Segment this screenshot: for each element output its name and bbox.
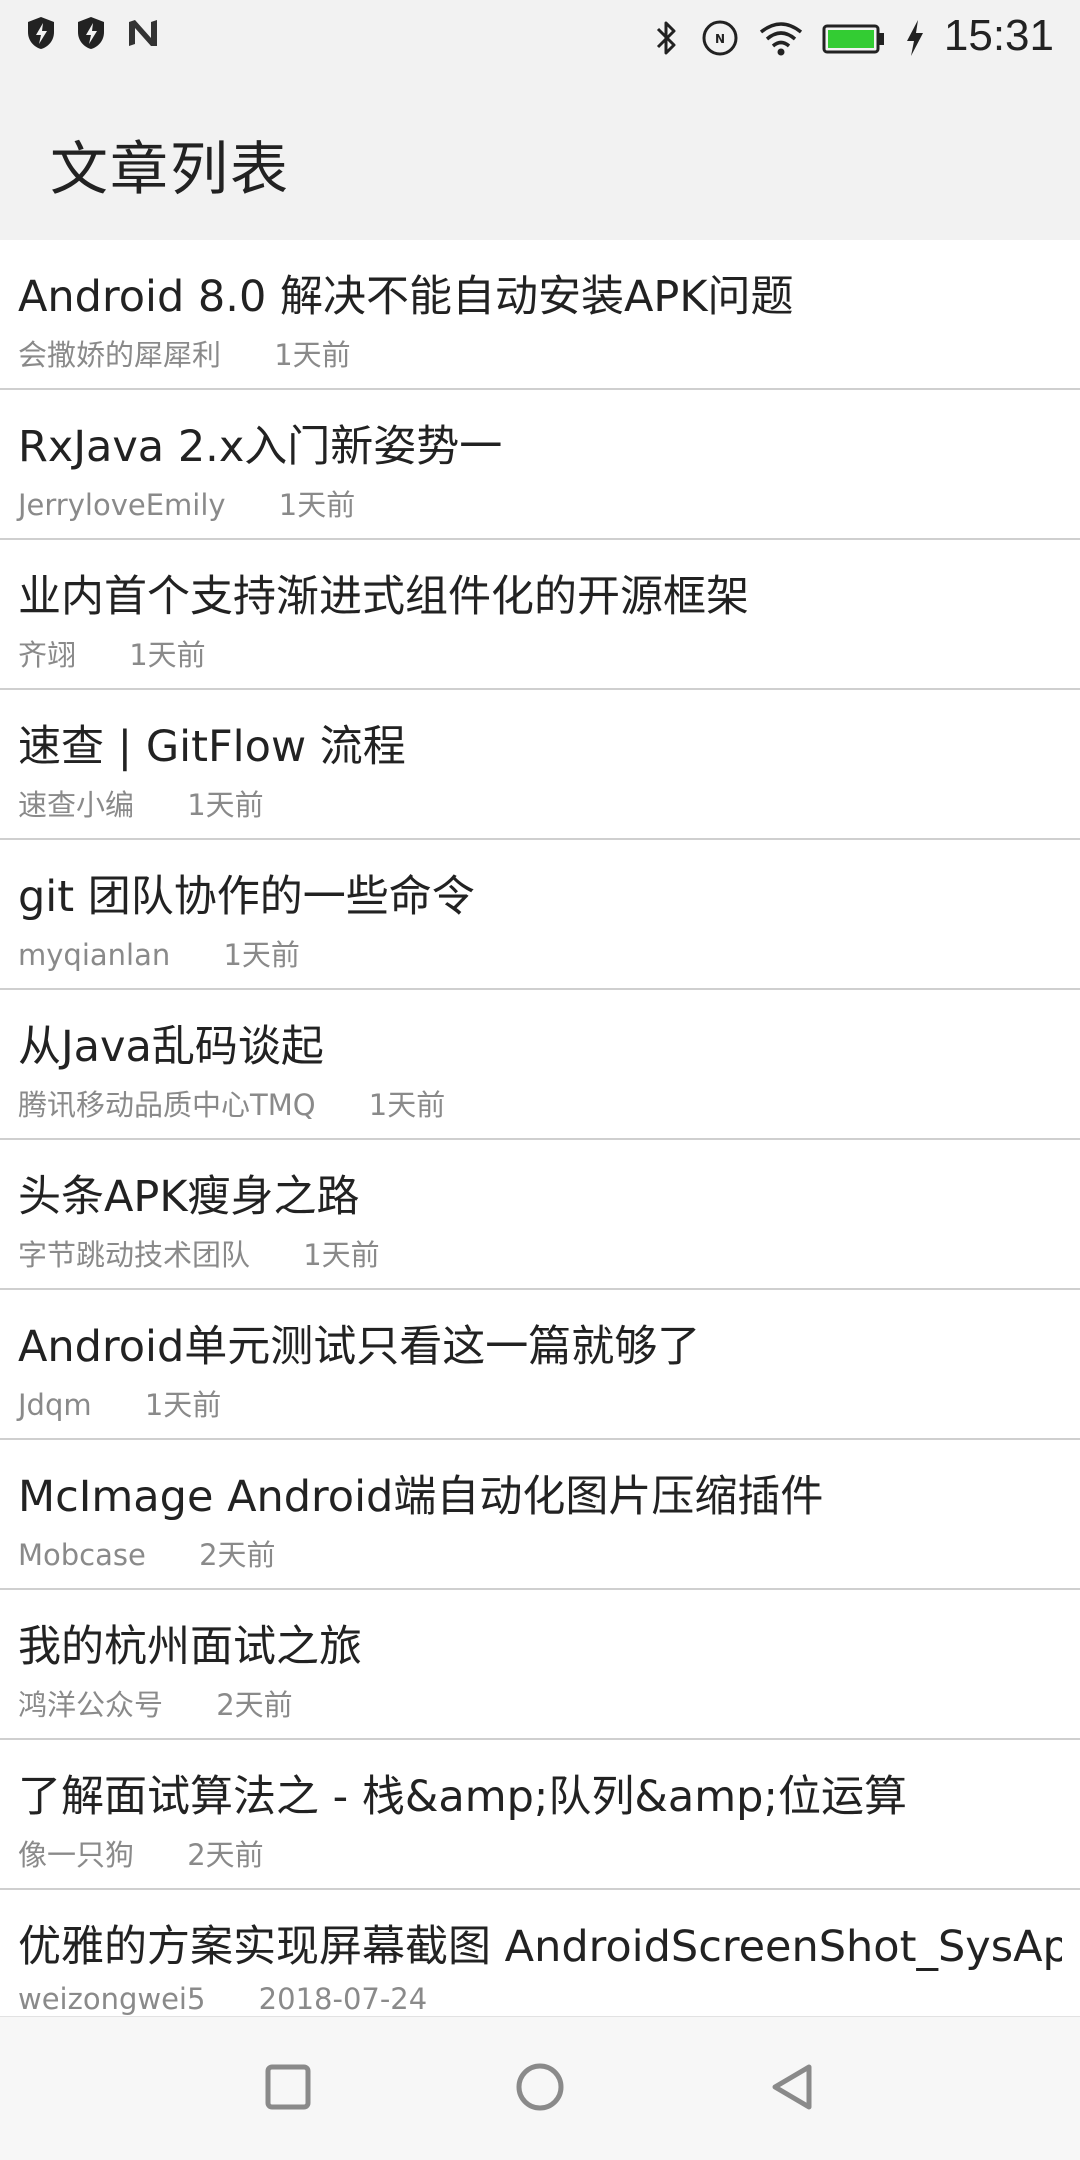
status-bar-right: N 15:31 xyxy=(650,8,1054,64)
list-item[interactable]: 了解面试算法之 - 栈&amp;队列&amp;位运算 像一只狗 2天前 xyxy=(0,1740,1080,1890)
screen: N 15:31 文章列表 Android 8.0 解决不能自动安装APK问题 会… xyxy=(0,0,1080,2160)
article-time: 2天前 xyxy=(199,1538,276,1572)
article-author: weizongwei5 xyxy=(18,1982,206,2016)
list-item[interactable]: git 团队协作的一些命令 myqianlan 1天前 xyxy=(0,840,1080,990)
status-time: 15:31 xyxy=(943,11,1054,60)
status-bar-left xyxy=(26,16,158,52)
article-author: 像一只狗 xyxy=(18,1838,135,1872)
navigation-bar xyxy=(0,2016,1080,2160)
recents-button[interactable] xyxy=(252,2053,324,2125)
article-title: 优雅的方案实现屏幕截图 AndroidScreenShot_SysApi xyxy=(18,1922,1062,1972)
article-time: 2天前 xyxy=(187,1838,264,1872)
list-item[interactable]: Android单元测试只看这一篇就够了 Jdqm 1天前 xyxy=(0,1290,1080,1440)
charging-bolt-icon xyxy=(904,18,926,56)
article-author: Mobcase xyxy=(18,1538,146,1572)
list-item[interactable]: 业内首个支持渐进式组件化的开源框架 齐翊 1天前 xyxy=(0,540,1080,690)
nfc-icon: N xyxy=(700,18,740,56)
list-item[interactable]: 从Java乱码谈起 腾讯移动品质中心TMQ 1天前 xyxy=(0,990,1080,1140)
home-button[interactable] xyxy=(504,2053,576,2125)
article-time: 2018-07-24 xyxy=(258,1982,428,2016)
back-triangle-icon xyxy=(767,2062,817,2116)
battery-icon xyxy=(822,18,886,54)
article-time: 1天前 xyxy=(303,1238,380,1272)
page-title: 文章列表 xyxy=(50,135,291,203)
article-meta: 会撒娇的犀犀利 1天前 xyxy=(18,332,351,374)
article-title: 从Java乱码谈起 xyxy=(18,1022,324,1072)
article-meta: 齐翊 1天前 xyxy=(18,632,206,674)
home-circle-icon xyxy=(513,2060,567,2118)
article-title: git 团队协作的一些命令 xyxy=(18,872,475,922)
article-author: 腾讯移动品质中心TMQ xyxy=(18,1088,316,1122)
article-title: Android单元测试只看这一篇就够了 xyxy=(18,1322,701,1372)
back-button[interactable] xyxy=(756,2053,828,2125)
article-title: 速查 | GitFlow 流程 xyxy=(18,722,406,772)
article-title: RxJava 2.x入门新姿势一 xyxy=(18,422,503,472)
article-author: 速查小编 xyxy=(18,788,135,822)
article-title: Android 8.0 解决不能自动安装APK问题 xyxy=(18,272,794,322)
article-title: 头条APK瘦身之路 xyxy=(18,1172,360,1222)
status-bar: N 15:31 xyxy=(0,0,1080,72)
n-logo-icon xyxy=(126,16,158,52)
article-time: 1天前 xyxy=(223,938,300,972)
wifi-icon xyxy=(758,18,804,56)
svg-text:N: N xyxy=(715,32,725,46)
list-item[interactable]: Android 8.0 解决不能自动安装APK问题 会撒娇的犀犀利 1天前 xyxy=(0,240,1080,390)
recents-square-icon xyxy=(263,2062,313,2116)
list-item[interactable]: 头条APK瘦身之路 字节跳动技术团队 1天前 xyxy=(0,1140,1080,1290)
article-meta: Mobcase 2天前 xyxy=(18,1532,276,1574)
toolbar: 文章列表 xyxy=(0,72,1080,240)
article-author: myqianlan xyxy=(18,938,171,972)
article-meta: weizongwei5 2018-07-24 xyxy=(18,1982,427,2016)
article-time: 1天前 xyxy=(187,788,264,822)
article-time: 1天前 xyxy=(368,1088,446,1122)
article-meta: JerryloveEmily 1天前 xyxy=(18,482,355,524)
article-list[interactable]: Android 8.0 解决不能自动安装APK问题 会撒娇的犀犀利 1天前 Rx… xyxy=(0,240,1080,2016)
article-meta: myqianlan 1天前 xyxy=(18,932,300,974)
article-author: 字节跳动技术团队 xyxy=(18,1238,251,1272)
bluetooth-icon xyxy=(650,18,682,55)
article-meta: 像一只狗 2天前 xyxy=(18,1832,264,1874)
list-item[interactable]: McImage Android端自动化图片压缩插件 Mobcase 2天前 xyxy=(0,1440,1080,1590)
article-author: Jdqm xyxy=(18,1388,92,1422)
article-author: JerryloveEmily xyxy=(18,488,226,522)
article-meta: Jdqm 1天前 xyxy=(18,1382,221,1424)
article-meta: 字节跳动技术团队 1天前 xyxy=(18,1232,380,1274)
article-time: 1天前 xyxy=(129,638,206,672)
shield-bolt-icon xyxy=(76,16,108,52)
list-item[interactable]: 优雅的方案实现屏幕截图 AndroidScreenShot_SysApi wei… xyxy=(0,1890,1080,2016)
article-time: 2天前 xyxy=(216,1688,293,1722)
list-item[interactable]: RxJava 2.x入门新姿势一 JerryloveEmily 1天前 xyxy=(0,390,1080,540)
shield-bolt-icon xyxy=(26,16,58,52)
article-meta: 速查小编 1天前 xyxy=(18,782,264,824)
article-time: 1天前 xyxy=(278,488,356,522)
article-author: 会撒娇的犀犀利 xyxy=(18,338,222,372)
article-title: 了解面试算法之 - 栈&amp;队列&amp;位运算 xyxy=(18,1772,907,1822)
article-time: 1天前 xyxy=(274,338,351,372)
article-author: 鸿洋公众号 xyxy=(18,1688,164,1722)
list-item[interactable]: 速查 | GitFlow 流程 速查小编 1天前 xyxy=(0,690,1080,840)
article-meta: 鸿洋公众号 2天前 xyxy=(18,1682,293,1724)
article-title: McImage Android端自动化图片压缩插件 xyxy=(18,1472,824,1522)
article-author: 齐翊 xyxy=(18,638,77,672)
article-title: 业内首个支持渐进式组件化的开源框架 xyxy=(18,572,749,622)
article-meta: 腾讯移动品质中心TMQ 1天前 xyxy=(18,1082,445,1124)
article-title: 我的杭州面试之旅 xyxy=(18,1622,362,1672)
list-item[interactable]: 我的杭州面试之旅 鸿洋公众号 2天前 xyxy=(0,1590,1080,1740)
article-time: 1天前 xyxy=(144,1388,222,1422)
